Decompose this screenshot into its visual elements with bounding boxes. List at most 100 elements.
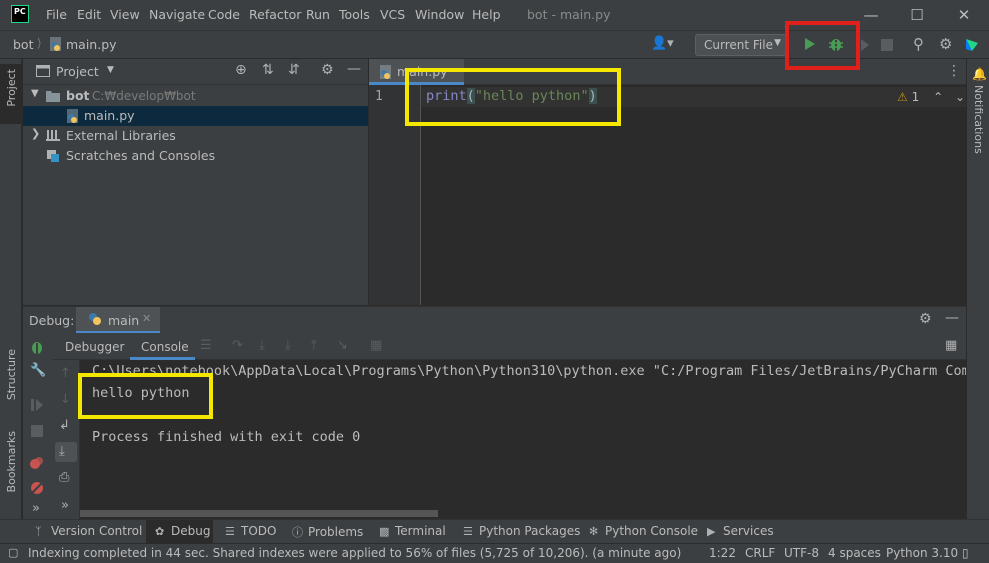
tool-tab-version-control[interactable]: ᛉ Version Control — [35, 524, 142, 538]
menu-refactor[interactable]: Refactor — [249, 7, 301, 22]
stop-icon[interactable] — [881, 39, 893, 51]
resume-icon[interactable] — [31, 399, 43, 411]
tab-console[interactable]: Console — [130, 333, 195, 360]
tree-row-main-py[interactable]: main.py — [23, 106, 368, 126]
pause-stop-icon[interactable] — [31, 425, 43, 437]
status-toggle-icon[interactable]: ▢ — [8, 546, 18, 559]
tool-tab-problems[interactable]: ⓘ Problems — [292, 524, 363, 540]
collapse-all-icon[interactable]: ⇵ — [288, 62, 300, 78]
chevron-up-icon[interactable]: ⌃ — [933, 90, 943, 104]
chevron-down-icon[interactable]: ⌄ — [955, 90, 965, 104]
indent-setting[interactable]: 4 spaces — [828, 546, 881, 560]
folder-icon — [46, 90, 60, 102]
step-out-icon[interactable]: ⤒ — [311, 338, 317, 353]
list-lines-icon[interactable]: ☰ — [200, 338, 212, 353]
python-interpreter[interactable]: Python 3.10 — [886, 546, 958, 560]
notifications-tool-button[interactable]: Notifications — [972, 85, 985, 154]
tool-tab-terminal[interactable]: ▩ Terminal — [379, 524, 446, 538]
maximize-button[interactable]: ☐ — [905, 4, 929, 26]
menu-navigate[interactable]: Navigate — [149, 7, 205, 22]
more-vertical-icon[interactable]: ⋮ — [947, 63, 961, 79]
close-icon[interactable]: ✕ — [142, 312, 151, 325]
expand-all-icon[interactable]: ⇅ — [262, 62, 274, 78]
menu-window[interactable]: Window — [415, 7, 464, 22]
menu-run[interactable]: Run — [306, 7, 330, 22]
python-file-icon — [66, 108, 80, 124]
tool-tab-todo[interactable]: ☰ TODO — [225, 524, 276, 538]
project-tool-button[interactable]: Project — [5, 69, 18, 107]
code-highlight-box — [405, 68, 621, 126]
attach-icon[interactable] — [861, 39, 869, 51]
tool-tab-services[interactable]: ▶ Services — [707, 524, 774, 538]
tab-debugger[interactable]: Debugger — [65, 340, 124, 354]
project-header: Project ▼ ⊕ ⇅ ⇵ ⚙ — — [23, 59, 368, 85]
more-actions-icon[interactable]: » — [32, 501, 40, 516]
menu-vcs[interactable]: VCS — [380, 7, 405, 22]
menu-help[interactable]: Help — [472, 7, 501, 22]
project-view-label[interactable]: Project — [56, 64, 99, 79]
breadcrumb-project[interactable]: bot — [13, 37, 33, 52]
mute-breakpoints-icon[interactable] — [30, 481, 44, 495]
options-gear-icon[interactable]: ⚙ — [321, 62, 334, 78]
minimize-button[interactable]: — — [859, 4, 883, 26]
chevron-right-icon[interactable]: ❯ — [31, 127, 40, 140]
close-window-button[interactable]: ✕ — [952, 4, 976, 26]
soft-wrap-icon[interactable]: ↲ — [59, 418, 70, 433]
debug-session-tab[interactable]: main ✕ — [76, 307, 160, 334]
hide-debug-icon[interactable]: — — [945, 310, 959, 326]
horizontal-scrollbar[interactable] — [80, 510, 438, 517]
run-configuration-select[interactable]: Current File ▼ — [695, 34, 787, 56]
tree-row-scratches[interactable]: Scratches and Consoles — [23, 146, 368, 166]
tool-tab-python-console[interactable]: ✻ Python Console — [589, 524, 698, 538]
step-into-icon[interactable]: ⤓ — [259, 338, 265, 353]
right-tool-stripe: 🔔 Notifications — [966, 59, 989, 519]
tool-tab-python-packages[interactable]: ☰ Python Packages — [463, 524, 580, 538]
caret-position[interactable]: 1:22 — [709, 546, 736, 560]
chevron-down-icon[interactable]: ▼ — [31, 88, 39, 99]
rerun-debug-bug-icon[interactable] — [29, 339, 45, 355]
modify-config-wrench-icon[interactable]: 🔧 — [30, 363, 46, 378]
inspection-widget[interactable]: ⚠ 1 ⌃ ⌄ — [897, 90, 965, 104]
run-to-cursor-icon[interactable]: ↘ — [337, 338, 348, 353]
scroll-to-end-icon[interactable]: ⤓ — [59, 444, 65, 459]
lock-icon[interactable]: ▯ — [962, 546, 969, 560]
locate-crosshair-icon[interactable]: ⊕ — [235, 62, 247, 78]
tree-row-bot[interactable]: ▼ bot C:₩develop₩bot — [23, 86, 368, 106]
settings-gear-icon[interactable]: ⚙ — [939, 35, 952, 53]
arrow-down-icon[interactable]: ↓ — [60, 392, 71, 407]
more-actions-icon[interactable]: » — [61, 498, 69, 513]
arrow-up-icon[interactable]: ↑ — [60, 366, 71, 381]
debug-header: Debug: main ✕ ⚙ — — [23, 306, 966, 334]
print-icon[interactable]: ⎙ — [59, 470, 69, 485]
project-root-path: C:₩develop₩bot — [92, 89, 196, 103]
debug-subtab-bar: Debugger Console ☰ ↷ ⤓ ⤓ ⤒ ↘ ▦ ▦ — [52, 333, 966, 360]
menu-view[interactable]: View — [110, 7, 140, 22]
structure-tool-button[interactable]: Structure — [5, 349, 18, 400]
warning-count: 1 — [911, 90, 920, 104]
folder-icon — [36, 65, 50, 77]
menu-tools[interactable]: Tools — [339, 7, 370, 22]
tree-row-external-libraries[interactable]: ❯ External Libraries — [23, 126, 368, 146]
file-encoding[interactable]: UTF-8 — [784, 546, 819, 560]
layout-icon[interactable]: ▦ — [945, 338, 957, 353]
debug-label: Debug: — [29, 313, 75, 328]
line-separator[interactable]: CRLF — [745, 546, 775, 560]
breadcrumb-file[interactable]: main.py — [66, 37, 117, 52]
chevron-down-icon[interactable]: ▼ — [107, 65, 114, 75]
jetbrains-toolbox-icon[interactable] — [964, 37, 980, 53]
window-title: bot - main.py — [527, 7, 611, 22]
step-into-my-code-icon[interactable]: ⤓ — [285, 338, 291, 353]
step-over-icon[interactable]: ↷ — [232, 338, 243, 353]
hide-panel-icon[interactable]: — — [347, 61, 361, 77]
user-icon[interactable]: 👤▾ — [651, 36, 674, 51]
menu-file[interactable]: File — [46, 7, 67, 22]
evaluate-grid-icon[interactable]: ▦ — [370, 338, 382, 353]
view-breakpoints-icon[interactable] — [30, 456, 44, 470]
menu-edit[interactable]: Edit — [77, 7, 101, 22]
menu-code[interactable]: Code — [208, 7, 240, 22]
bookmarks-tool-button[interactable]: Bookmarks — [5, 431, 18, 492]
tool-tab-debug[interactable]: ✿ Debug — [155, 524, 210, 538]
debug-settings-gear-icon[interactable]: ⚙ — [919, 311, 932, 327]
status-message[interactable]: Indexing completed in 44 sec. Shared ind… — [28, 546, 681, 560]
search-icon[interactable]: ⚲ — [913, 35, 924, 53]
